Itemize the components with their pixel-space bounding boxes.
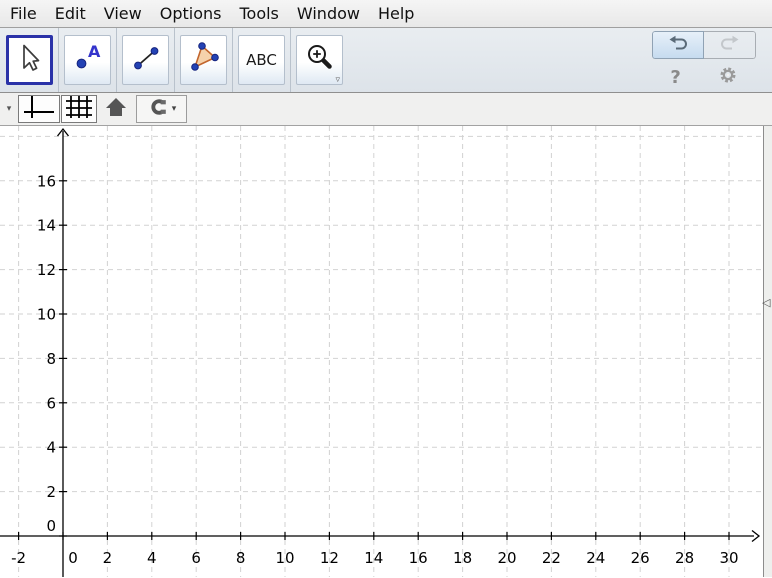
cursor-arrow-icon (14, 42, 46, 78)
undo-arrow-icon (665, 31, 691, 59)
toolbar-separator (232, 28, 233, 92)
svg-text:8: 8 (236, 549, 246, 567)
panel-expand-handle-icon[interactable]: ◁ (762, 296, 770, 310)
svg-text:4: 4 (147, 549, 157, 567)
help-button[interactable]: ? (670, 67, 680, 88)
graphics-svg[interactable]: -202468101214161820222426283002468101214… (0, 126, 772, 577)
magnet-icon (147, 96, 169, 122)
svg-text:12: 12 (320, 549, 339, 567)
tool-dropdown-arrow-icon[interactable]: ▿ (335, 75, 340, 85)
svg-text:22: 22 (542, 549, 561, 567)
toolbar-separator (290, 28, 291, 92)
svg-text:-2: -2 (11, 549, 26, 567)
svg-text:10: 10 (275, 549, 294, 567)
svg-text:12: 12 (37, 261, 56, 279)
toolbar-separator (174, 28, 175, 92)
undo-redo-group (652, 31, 756, 59)
menu-bar: File Edit View Options Tools Window Help (0, 0, 772, 28)
undo-button[interactable] (652, 31, 704, 59)
toolbar: A ABC (0, 28, 772, 93)
magnifier-plus-icon (304, 42, 336, 78)
menu-view[interactable]: View (95, 0, 151, 27)
svg-text:20: 20 (497, 549, 516, 567)
svg-text:0: 0 (46, 517, 56, 535)
svg-text:2: 2 (103, 549, 113, 567)
svg-text:18: 18 (453, 549, 472, 567)
gear-icon[interactable] (718, 65, 738, 89)
polygon-icon (187, 41, 221, 79)
redo-arrow-icon (717, 31, 743, 59)
magnet-dropdown-arrow-icon: ▾ (172, 104, 177, 114)
tool-text-button[interactable]: ABC (238, 35, 285, 85)
svg-text:4: 4 (46, 439, 56, 457)
tool-zoom-in-button[interactable]: ▿ (296, 35, 343, 85)
toolbar-separator (116, 28, 117, 92)
svg-text:26: 26 (631, 549, 650, 567)
point-capturing-button[interactable]: ▾ (136, 95, 187, 123)
menu-tools[interactable]: Tools (230, 0, 287, 27)
toolbar-separator (58, 28, 59, 92)
stylebar-toggle-icon[interactable]: ▾ (0, 104, 18, 114)
axes-icon (21, 94, 57, 124)
redo-button[interactable] (704, 31, 756, 59)
svg-text:16: 16 (409, 549, 428, 567)
grid-icon (64, 94, 94, 124)
svg-text:14: 14 (37, 217, 56, 235)
svg-text:A: A (88, 42, 101, 61)
tool-point-button[interactable]: A (64, 35, 111, 85)
svg-text:14: 14 (364, 549, 383, 567)
tool-move-button[interactable] (6, 35, 53, 85)
svg-text:24: 24 (586, 549, 605, 567)
graphics-style-bar: ▾ (0, 93, 772, 126)
svg-text:6: 6 (191, 549, 201, 567)
svg-text:30: 30 (719, 549, 738, 567)
standard-view-button[interactable] (101, 95, 131, 123)
menu-edit[interactable]: Edit (46, 0, 95, 27)
menu-help[interactable]: Help (369, 0, 423, 27)
svg-text:28: 28 (675, 549, 694, 567)
home-icon (104, 96, 128, 122)
toolbar-right-controls: ? (652, 31, 756, 89)
svg-text:2: 2 (46, 483, 56, 501)
show-axes-button[interactable] (18, 95, 60, 123)
tool-segment-button[interactable] (122, 35, 169, 85)
point-with-label-icon: A (72, 42, 104, 78)
svg-text:16: 16 (37, 172, 56, 190)
text-abc-icon: ABC (246, 51, 277, 69)
help-gear-row: ? (652, 65, 756, 89)
svg-text:0: 0 (68, 549, 78, 567)
menu-options[interactable]: Options (151, 0, 231, 27)
sidebar-collapsed-strip: ◁ (763, 126, 772, 577)
svg-text:6: 6 (46, 394, 56, 412)
segment-two-points-icon (130, 42, 162, 78)
menu-file[interactable]: File (1, 0, 46, 27)
menu-window[interactable]: Window (288, 0, 369, 27)
tool-polygon-button[interactable] (180, 35, 227, 85)
svg-text:10: 10 (37, 306, 56, 324)
svg-text:8: 8 (46, 350, 56, 368)
show-grid-button[interactable] (61, 95, 97, 123)
graphics-view[interactable]: -202468101214161820222426283002468101214… (0, 126, 772, 577)
